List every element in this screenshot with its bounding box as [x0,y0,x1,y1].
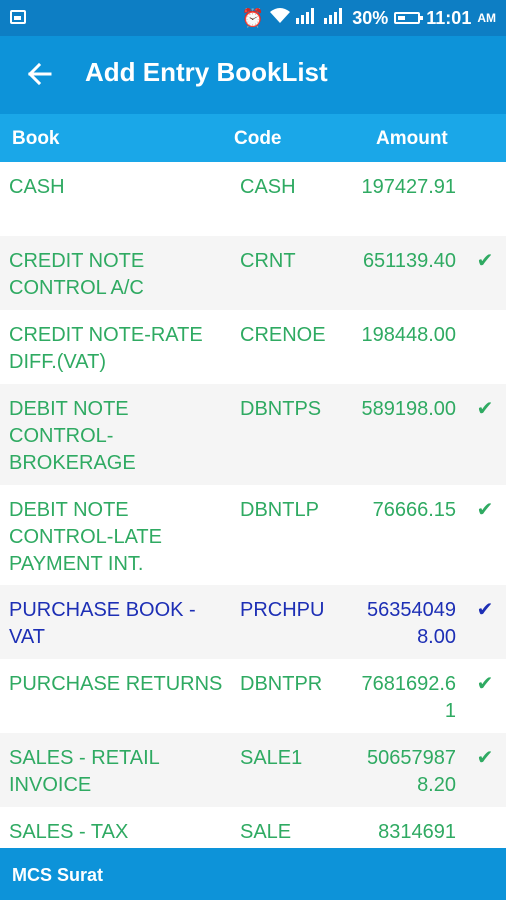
book-code: DBNTPR [240,673,323,695]
book-code: DBNTLP [240,499,319,521]
book-code: SALE1 [240,747,303,769]
table-row[interactable]: DEBIT NOTE CONTROL-BROKERAGE DBNTPS 5891… [0,384,506,485]
status-icons: ⏰ 30% 11:01 AM [242,6,496,30]
book-amount: 589198.00 [361,398,456,420]
book-amount: 76666.15 [372,499,456,521]
signal-icon [324,7,346,29]
book-name: DEBIT NOTE CONTROL-LATE PAYMENT INT. [9,499,162,575]
book-name: CREDIT NOTE CONTROL A/C [9,250,145,299]
book-amount: 7681692.61 [361,673,456,722]
table-row[interactable]: CREDIT NOTE CONTROL A/C CRNT 651139.40 ✔ [0,236,506,310]
book-name: PURCHASE BOOK - VAT [9,599,196,648]
table-row[interactable]: DEBIT NOTE CONTROL-LATE PAYMENT INT. DBN… [0,485,506,585]
header-book: Book [12,128,60,149]
header-amount: Amount [376,128,448,149]
check-icon: ✔ [476,499,494,521]
book-code: CRENOE [240,324,326,346]
table-row[interactable]: CASH CASH 197427.91 [0,162,506,236]
battery-percent: 30% [352,7,389,28]
book-name: SALES - RETAIL INVOICE [9,747,160,796]
book-amount: 651139.40 [362,250,456,272]
book-name: PURCHASE RETURNS [9,673,223,695]
book-name: CREDIT NOTE-RATE DIFF.(VAT) [9,324,203,373]
company-label: MCS Surat [12,865,104,885]
table-row[interactable]: SALES - RETAIL INVOICE SALE1 506579878.2… [0,733,506,807]
battery-icon [394,12,424,24]
check-icon: ✔ [476,398,494,420]
book-code: CRNT [240,250,296,272]
book-amount: 198448.00 [361,324,456,346]
clock-ampm: AM [477,11,496,25]
book-code: PRCHPU [240,599,325,621]
check-icon: ✔ [476,673,494,695]
table-row[interactable]: PURCHASE RETURNS DBNTPR 7681692.61 ✔ [0,659,506,733]
signal-icon [296,7,318,29]
book-list[interactable]: CASH CASH 197427.91 CREDIT NOTE CONTROL … [0,162,506,848]
book-amount: 506579878.20 [367,747,456,796]
book-code: CASH [240,176,296,198]
footer-bar: MCS Surat [0,848,506,900]
clock-time: 11:01 [426,7,472,28]
table-header: Book Code Amount [0,114,506,162]
check-icon: ✔ [476,250,494,272]
status-bar: ⏰ 30% 11:01 AM [0,0,506,36]
book-code: DBNTPS [240,398,322,420]
book-amount: 8314691 [378,821,456,843]
book-name: SALES - TAX [9,821,129,843]
header-code: Code [234,128,282,149]
image-icon [10,10,26,24]
book-code: SALE [240,821,292,843]
book-name: DEBIT NOTE CONTROL-BROKERAGE [9,398,136,474]
book-amount: 197427.91 [361,176,456,198]
table-row-selected[interactable]: PURCHASE BOOK - VAT PRCHPU 563540498.00 … [0,585,506,659]
book-name: CASH [9,176,65,198]
check-icon: ✔ [476,747,494,769]
page-title: Add Entry BookList [85,57,328,87]
arrow-left-icon[interactable] [26,60,54,88]
table-row[interactable]: CREDIT NOTE-RATE DIFF.(VAT) CRENOE 19844… [0,310,506,384]
check-icon: ✔ [476,599,494,621]
book-amount: 563540498.00 [367,599,456,648]
table-row[interactable]: SALES - TAX SALE 8314691 [0,807,506,848]
app-bar: Add Entry BookList [0,36,506,114]
wifi-icon [270,7,291,29]
alarm-icon: ⏰ [241,7,265,28]
